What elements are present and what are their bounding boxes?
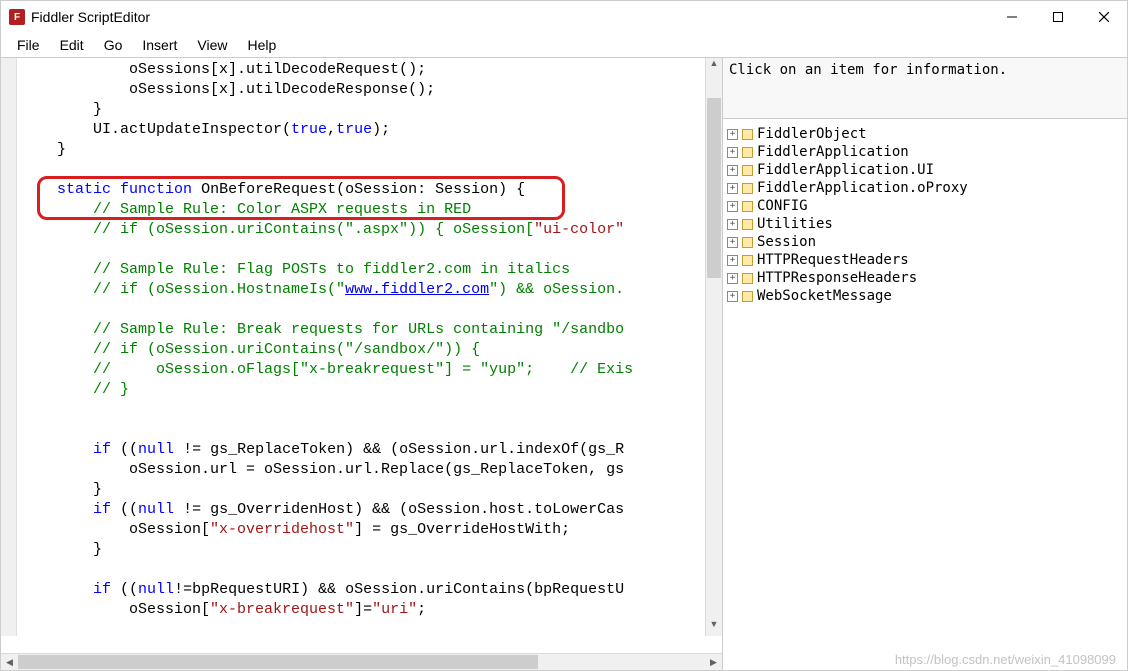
folder-icon bbox=[742, 129, 753, 140]
right-pane: Click on an item for information. + Fiddl… bbox=[723, 57, 1127, 670]
tree-item-fiddlerobject[interactable]: + FiddlerObject bbox=[727, 125, 1123, 143]
menu-go[interactable]: Go bbox=[94, 35, 133, 55]
close-button[interactable] bbox=[1081, 1, 1127, 33]
folder-icon bbox=[742, 165, 753, 176]
folder-icon bbox=[742, 147, 753, 158]
tree-item-fiddlerapplication-ui[interactable]: + FiddlerApplication.UI bbox=[727, 161, 1123, 179]
scroll-right-icon[interactable]: ▶ bbox=[705, 657, 722, 668]
expand-icon[interactable]: + bbox=[727, 255, 738, 266]
menu-edit[interactable]: Edit bbox=[50, 35, 94, 55]
code-viewport[interactable]: oSessions[x].utilDecodeRequest(); oSessi… bbox=[17, 58, 722, 636]
tree-item-config[interactable]: + CONFIG bbox=[727, 197, 1123, 215]
menu-file[interactable]: File bbox=[7, 35, 50, 55]
tree-item-fiddlerapplication[interactable]: + FiddlerApplication bbox=[727, 143, 1123, 161]
menu-help[interactable]: Help bbox=[237, 35, 286, 55]
expand-icon[interactable]: + bbox=[727, 129, 738, 140]
tree-item-fiddlerapplication-oproxy[interactable]: + FiddlerApplication.oProxy bbox=[727, 179, 1123, 197]
code-content[interactable]: oSessions[x].utilDecodeRequest(); oSessi… bbox=[17, 58, 722, 622]
horizontal-scrollbar-thumb[interactable] bbox=[18, 655, 538, 669]
tree-label: HTTPResponseHeaders bbox=[757, 269, 917, 287]
tree-label: FiddlerApplication bbox=[757, 143, 909, 161]
menu-view[interactable]: View bbox=[187, 35, 237, 55]
expand-icon[interactable]: + bbox=[727, 147, 738, 158]
tree-label: WebSocketMessage bbox=[757, 287, 892, 305]
scroll-down-icon[interactable]: ▼ bbox=[706, 619, 722, 636]
tree-item-utilities[interactable]: + Utilities bbox=[727, 215, 1123, 233]
folder-icon bbox=[742, 219, 753, 230]
expand-icon[interactable]: + bbox=[727, 183, 738, 194]
menubar: File Edit Go Insert View Help bbox=[1, 33, 1127, 57]
tree-label: FiddlerObject bbox=[757, 125, 867, 143]
tree-label: Session bbox=[757, 233, 816, 251]
folder-icon bbox=[742, 255, 753, 266]
window-controls bbox=[989, 1, 1127, 33]
folder-icon bbox=[742, 273, 753, 284]
editor-body: oSessions[x].utilDecodeRequest(); oSessi… bbox=[1, 57, 722, 653]
scroll-up-icon[interactable]: ▲ bbox=[706, 58, 722, 75]
folder-icon bbox=[742, 237, 753, 248]
folder-icon bbox=[742, 201, 753, 212]
editor-pane: oSessions[x].utilDecodeRequest(); oSessi… bbox=[1, 57, 723, 670]
tree-item-session[interactable]: + Session bbox=[727, 233, 1123, 251]
expand-icon[interactable]: + bbox=[727, 201, 738, 212]
tree-label: FiddlerApplication.oProxy bbox=[757, 179, 968, 197]
menu-insert[interactable]: Insert bbox=[132, 35, 187, 55]
tree-label: Utilities bbox=[757, 215, 833, 233]
window-title: Fiddler ScriptEditor bbox=[31, 9, 150, 25]
minimize-button[interactable] bbox=[989, 1, 1035, 33]
info-text: Click on an item for information. bbox=[723, 57, 1127, 119]
horizontal-scrollbar[interactable]: ◀ ▶ bbox=[1, 653, 722, 670]
app-icon: F bbox=[9, 9, 25, 25]
tree-item-httprequestheaders[interactable]: + HTTPRequestHeaders bbox=[727, 251, 1123, 269]
class-tree[interactable]: + FiddlerObject + FiddlerApplication + Fidd… bbox=[723, 119, 1127, 670]
vertical-scrollbar-thumb[interactable] bbox=[707, 98, 721, 278]
expand-icon[interactable]: + bbox=[727, 291, 738, 302]
folder-icon bbox=[742, 291, 753, 302]
tree-label: HTTPRequestHeaders bbox=[757, 251, 909, 269]
tree-label: FiddlerApplication.UI bbox=[757, 161, 934, 179]
tree-item-websocketmessage[interactable]: + WebSocketMessage bbox=[727, 287, 1123, 305]
expand-icon[interactable]: + bbox=[727, 165, 738, 176]
editor-gutter bbox=[1, 58, 17, 636]
tree-item-httpresponseheaders[interactable]: + HTTPResponseHeaders bbox=[727, 269, 1123, 287]
maximize-button[interactable] bbox=[1035, 1, 1081, 33]
expand-icon[interactable]: + bbox=[727, 237, 738, 248]
expand-icon[interactable]: + bbox=[727, 219, 738, 230]
vertical-scrollbar[interactable]: ▲ ▼ bbox=[705, 58, 722, 636]
expand-icon[interactable]: + bbox=[727, 273, 738, 284]
titlebar: F Fiddler ScriptEditor bbox=[1, 1, 1127, 33]
main-area: oSessions[x].utilDecodeRequest(); oSessi… bbox=[1, 57, 1127, 670]
folder-icon bbox=[742, 183, 753, 194]
scroll-left-icon[interactable]: ◀ bbox=[1, 657, 18, 668]
tree-label: CONFIG bbox=[757, 197, 808, 215]
